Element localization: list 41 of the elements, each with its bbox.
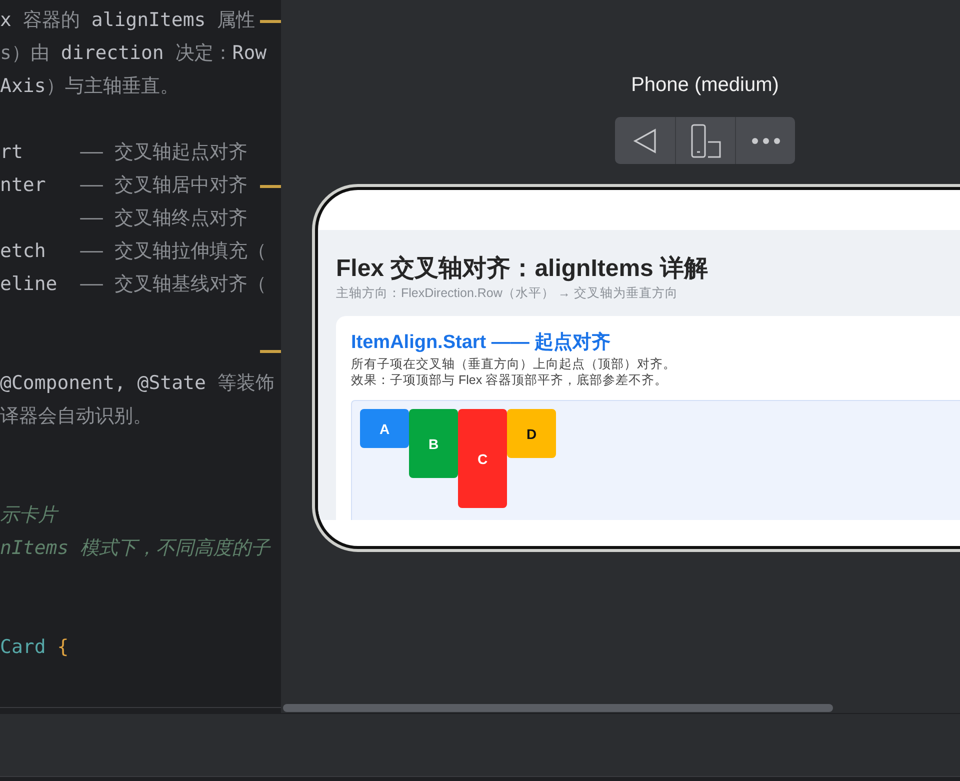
code-text: ）与主轴垂直。 — [46, 74, 179, 98]
code-text: rt — [0, 140, 24, 162]
code-text: —— 交叉轴起点对齐 — [80, 140, 248, 164]
code-text: 容器的 — [22, 8, 81, 32]
code-text: 属性 — [217, 8, 256, 32]
code-text: Card — [0, 636, 47, 658]
card-description: 效果：子项顶部与 Flex 容器顶部平齐，底部参差不齐。 — [351, 372, 669, 388]
rotate-device-icon — [690, 124, 720, 158]
triangle-icon — [632, 128, 658, 154]
code-text: 决定： — [175, 40, 232, 66]
scrollbar[interactable] — [283, 704, 833, 712]
code-text: eline — [0, 272, 58, 294]
more-icon — [750, 136, 780, 144]
code-text: x — [0, 8, 12, 30]
code-text: —— 交叉轴基线对齐（ — [80, 272, 266, 296]
flex-item: A — [360, 409, 409, 448]
page-subtitle: 主轴方向：FlexDirection.Row（水平） → 交叉轴为垂直方向 — [336, 285, 679, 302]
code-text: alignItems — [91, 8, 207, 30]
code-text: s）由 — [0, 40, 50, 66]
code-text: Axis — [0, 74, 46, 96]
code-text: direction — [60, 42, 165, 64]
code-text: nter — [0, 174, 47, 196]
device-label: Phone (medium) — [631, 74, 779, 98]
code-text: 等装饰 — [217, 370, 274, 396]
card-description: 所有子项在交叉轴（垂直方向）上向起点（顶部）对齐。 — [351, 356, 677, 372]
code-text: —— 交叉轴拉伸填充（ — [80, 238, 266, 264]
card-title: ItemAlign.Start —— 起点对齐 — [351, 330, 612, 355]
code-text: 译器会自动识别。 — [0, 404, 152, 428]
code-text: 模式下，不同高度的子 — [80, 536, 270, 560]
flex-item: D — [507, 409, 556, 458]
code-text: etch — [0, 240, 47, 262]
code-text: 示卡片 — [0, 502, 57, 528]
code-text: { — [57, 636, 69, 658]
code-text: @Component, @State — [0, 372, 207, 394]
code-text: —— 交叉轴终点对齐 — [79, 206, 248, 230]
page-title: Flex 交叉轴对齐：alignItems 详解 — [336, 254, 710, 284]
flex-item: C — [458, 409, 507, 508]
code-text: Row — [232, 42, 267, 64]
code-text: —— 交叉轴居中对齐 — [80, 172, 248, 198]
code-text: nItems — [0, 536, 70, 558]
flex-item: B — [409, 409, 458, 478]
